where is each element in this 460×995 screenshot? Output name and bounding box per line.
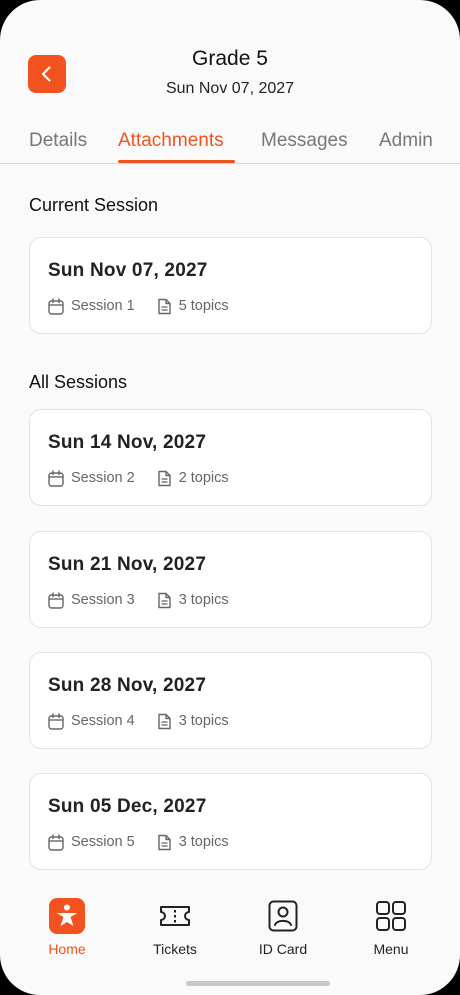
topics-count: 3 topics: [157, 834, 229, 851]
page-subtitle: Sun Nov 07, 2027: [165, 80, 295, 97]
topics-label: 5 topics: [178, 298, 229, 314]
session-number: Session 3: [48, 591, 135, 609]
nav-tickets[interactable]: Tickets: [125, 898, 225, 957]
session-card[interactable]: Sun 28 Nov, 2027 Session 4 3 topics: [29, 652, 432, 749]
nav-label: ID Card: [258, 941, 308, 957]
calendar-icon: [48, 469, 64, 487]
ticket-icon: [157, 898, 193, 934]
session-meta: Session 5 3 topics: [48, 833, 229, 851]
session-number: Session 4: [48, 712, 135, 730]
document-icon: [157, 470, 171, 486]
session-label: Session 5: [71, 834, 135, 850]
session-meta: Session 2 2 topics: [48, 469, 229, 487]
session-date: Sun 05 Dec, 2027: [48, 796, 207, 817]
session-number: Session 5: [48, 833, 135, 851]
document-icon: [157, 834, 171, 850]
current-session-card[interactable]: Sun Nov 07, 2027 Session 1 5 topics: [29, 237, 432, 334]
tab-messages[interactable]: Messages: [261, 130, 348, 152]
nav-id-card[interactable]: ID Card: [233, 898, 333, 957]
document-icon: [157, 592, 171, 608]
session-card[interactable]: Sun 05 Dec, 2027 Session 5 3 topics: [29, 773, 432, 870]
topics-count: 5 topics: [157, 298, 229, 315]
current-session-heading: Current Session: [29, 195, 159, 215]
all-sessions-heading: All Sessions: [29, 372, 128, 392]
header: Grade 5 Sun Nov 07, 2027 Details Attachm…: [0, 0, 460, 164]
tab-admin[interactable]: Admin: [379, 130, 433, 152]
document-icon: [157, 298, 171, 314]
nav-home[interactable]: Home: [17, 898, 117, 957]
calendar-icon: [48, 833, 64, 851]
calendar-icon: [48, 712, 64, 730]
session-date: Sun 21 Nov, 2027: [48, 554, 207, 575]
session-label: Session 2: [71, 470, 135, 486]
topics-label: 3 topics: [178, 713, 229, 729]
nav-label: Menu: [373, 941, 409, 957]
calendar-icon: [48, 297, 64, 315]
bottom-nav: Home Tickets ID Card Menu: [0, 885, 460, 995]
session-label: Session 4: [71, 713, 135, 729]
grid-menu-icon: [373, 898, 409, 934]
tab-attachments[interactable]: Attachments: [118, 130, 224, 152]
topics-count: 3 topics: [157, 713, 229, 730]
topics-label: 2 topics: [178, 470, 229, 486]
document-icon: [157, 713, 171, 729]
session-number: Session 1: [48, 297, 135, 315]
session-meta: Session 3 3 topics: [48, 591, 229, 609]
topics-label: 3 topics: [178, 592, 229, 608]
session-date: Sun 14 Nov, 2027: [48, 432, 207, 453]
session-date: Sun 28 Nov, 2027: [48, 675, 207, 696]
session-meta: Session 1 5 topics: [48, 297, 229, 315]
home-indicator[interactable]: [186, 981, 330, 986]
session-label: Session 3: [71, 592, 135, 608]
nav-label: Home: [48, 941, 86, 957]
home-person-icon: [49, 898, 85, 934]
page-title: Grade 5: [192, 47, 268, 70]
calendar-icon: [48, 591, 64, 609]
topics-label: 3 topics: [178, 834, 229, 850]
topics-count: 3 topics: [157, 592, 229, 609]
active-tab-indicator: [118, 160, 235, 163]
topics-count: 2 topics: [157, 470, 229, 487]
session-card[interactable]: Sun 21 Nov, 2027 Session 3 3 topics: [29, 531, 432, 628]
nav-menu[interactable]: Menu: [341, 898, 441, 957]
tab-details[interactable]: Details: [29, 130, 87, 152]
nav-label: Tickets: [153, 941, 197, 957]
app-screen: Grade 5 Sun Nov 07, 2027 Details Attachm…: [0, 0, 460, 995]
id-card-icon: [265, 898, 301, 934]
session-meta: Session 4 3 topics: [48, 712, 229, 730]
session-number: Session 2: [48, 469, 135, 487]
session-date: Sun Nov 07, 2027: [48, 260, 208, 281]
session-card[interactable]: Sun 14 Nov, 2027 Session 2 2 topics: [29, 409, 432, 506]
tab-bar: Details Attachments Messages Admin: [0, 128, 460, 164]
session-label: Session 1: [71, 298, 135, 314]
